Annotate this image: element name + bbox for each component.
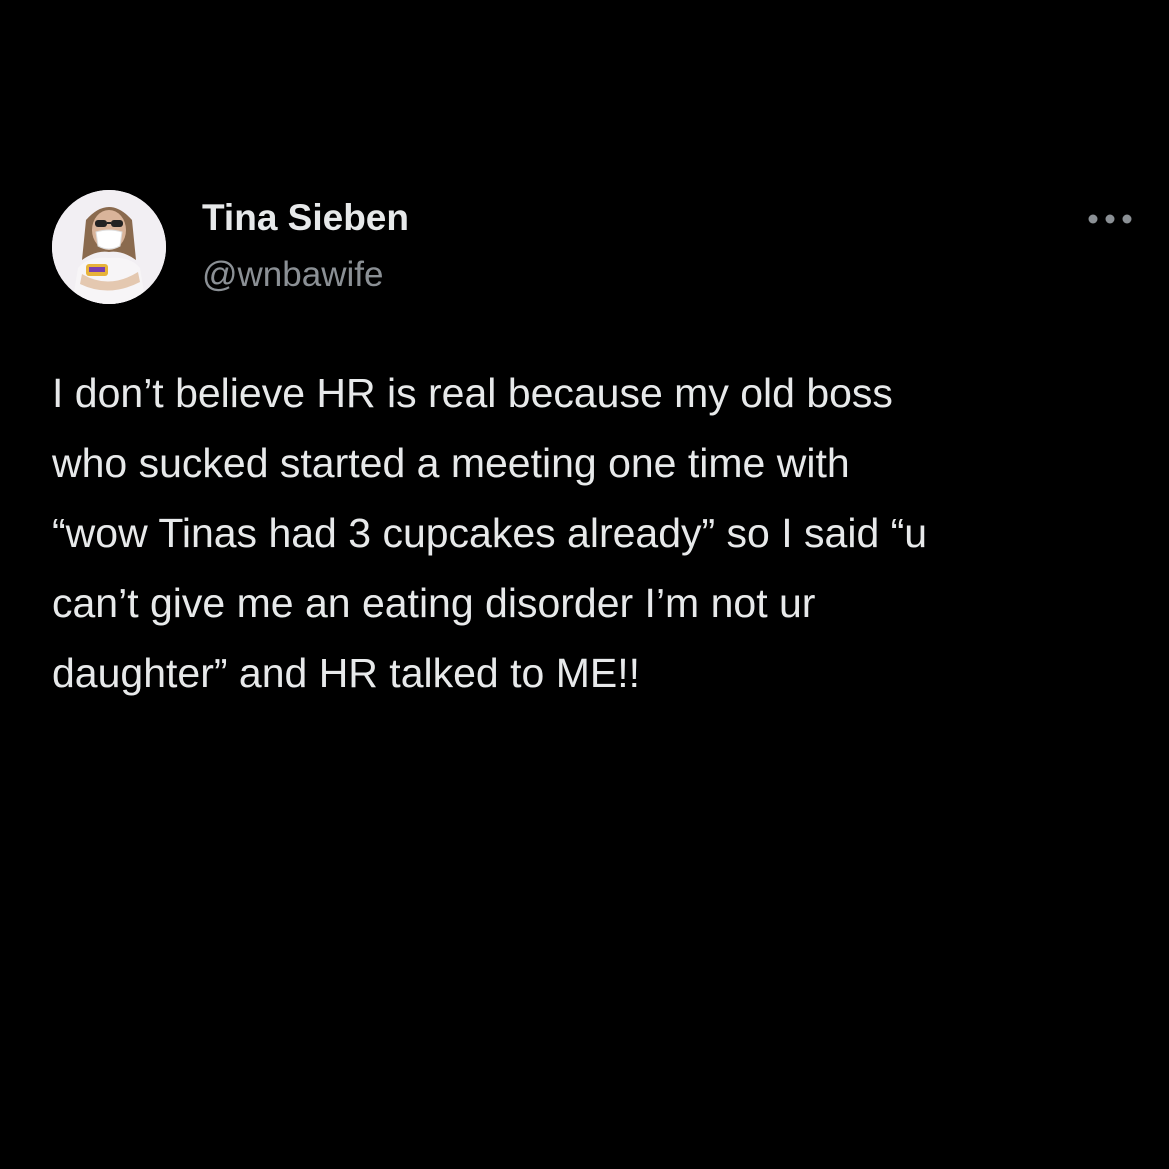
author-avatar[interactable] (52, 190, 166, 304)
tweet-body-text: I don’t believe HR is real because my ol… (52, 370, 928, 696)
more-horizontal-icon (1088, 214, 1132, 224)
author-display-name[interactable]: Tina Sieben (202, 196, 409, 240)
avatar-photo-icon (52, 190, 166, 304)
more-options-button[interactable] (1084, 204, 1138, 234)
tweet-card: Tina Sieben @wnbawife I don’t believe HR… (0, 0, 1169, 1169)
author-handle[interactable]: @wnbawife (202, 254, 383, 296)
